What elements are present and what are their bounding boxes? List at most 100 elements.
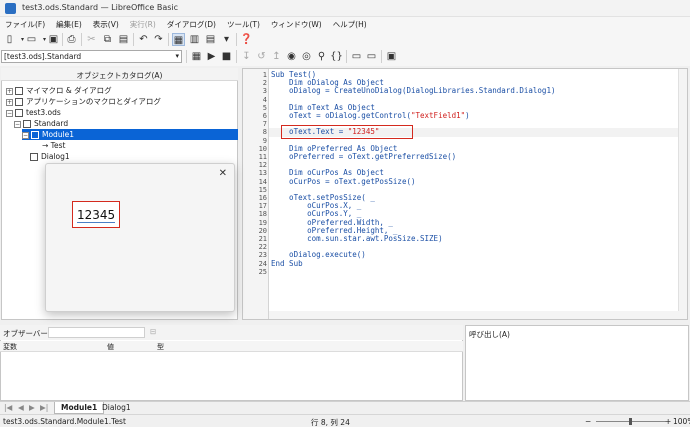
print-icon[interactable]: ⎙: [65, 33, 78, 46]
tab-nav-last-icon[interactable]: ▶|: [40, 403, 48, 412]
undo-icon[interactable]: ↶: [137, 33, 150, 46]
tab-nav-first-icon[interactable]: |◀: [4, 403, 12, 412]
zoom-in-icon[interactable]: +: [665, 417, 671, 426]
toolbar-separator: [81, 33, 82, 46]
highlight-box: [281, 125, 413, 139]
text-field[interactable]: 12345: [72, 201, 120, 228]
zoom-out-icon[interactable]: −: [585, 417, 591, 426]
line-number: 2: [262, 79, 267, 88]
watch-col-value[interactable]: 値: [107, 342, 114, 352]
calls-label: 呼び出し(A): [469, 330, 510, 339]
code-editor[interactable]: 1 2 3 4 5 6 7 8 9 10 11 12 13 14 15 16 17 18 19 20 21 22 23 24 2…: [242, 68, 688, 320]
title-bar: test3.ods.Standard — LibreOffice Basic: [0, 0, 690, 17]
line-number: 25: [258, 267, 267, 276]
tree-item-my-macros[interactable]: + マイマクロ & ダイアログ: [6, 85, 112, 96]
arrow-right-icon: →: [42, 141, 51, 150]
compile-icon[interactable]: ▦: [190, 50, 203, 63]
cut-icon[interactable]: ✂: [85, 33, 98, 46]
line-number: 15: [258, 185, 267, 194]
library-selector[interactable]: [test3.ods].Standard ▾: [1, 50, 182, 63]
redo-icon[interactable]: ↷: [152, 33, 165, 46]
new-document-icon[interactable]: ▯: [3, 33, 16, 46]
import-icon[interactable]: ▭: [350, 50, 363, 63]
line-number: 9: [262, 136, 267, 145]
line-number: 8: [262, 128, 267, 137]
toolbar-separator: [133, 33, 134, 46]
line-number: 12: [258, 161, 267, 170]
tree-item-module1[interactable]: − Module1: [22, 129, 238, 140]
line-number: 13: [258, 169, 267, 178]
remove-watch-icon[interactable]: ⊟: [150, 327, 156, 336]
runtime-dialog[interactable]: ✕ 12345: [45, 163, 235, 312]
tree-item-test[interactable]: → Test: [42, 140, 65, 151]
save-icon[interactable]: ▣: [47, 33, 60, 46]
paste-icon[interactable]: ▤: [117, 33, 130, 46]
horizontal-scrollbar[interactable]: [269, 311, 679, 319]
object-catalog-title: オブジェクトカタログ(A): [1, 68, 238, 81]
chevron-down-icon: ▾: [175, 52, 179, 60]
menu-run[interactable]: 実行(R): [125, 17, 162, 31]
code-line[interactable]: com.sun.star.awt.PosSize.SIZE): [271, 234, 442, 243]
menu-dialog[interactable]: ダイアログ(D): [162, 17, 222, 31]
code-line[interactable]: oText = oDialog.getControl("TextField1"): [271, 111, 470, 120]
line-number: 17: [258, 202, 267, 211]
menu-file[interactable]: ファイル(F): [0, 17, 51, 31]
step-over-icon[interactable]: ↺: [255, 50, 268, 63]
code-line[interactable]: oDialog = CreateUnoDialog(DialogLibrarie…: [271, 87, 555, 95]
close-icon[interactable]: ✕: [219, 168, 227, 179]
dialog-icon[interactable]: ▣: [385, 50, 398, 63]
vertical-scrollbar[interactable]: [678, 69, 687, 319]
step-out-icon[interactable]: ↥: [270, 50, 283, 63]
macro-toolbar: [test3.ods].Standard ▾ ▦ ▶ ■ ↧ ↺ ↥ ◉ ◎ ⚲…: [0, 48, 690, 66]
tab-nav-next-icon[interactable]: ▶: [29, 403, 35, 412]
copy-icon[interactable]: ⧉: [101, 33, 114, 46]
tree-item-dialog1[interactable]: Dialog1: [30, 151, 70, 162]
watch-input[interactable]: [48, 327, 145, 338]
object-catalog-icon[interactable]: ▦: [172, 33, 185, 46]
menu-window[interactable]: ウィンドウ(W): [266, 17, 328, 31]
menu-edit[interactable]: 編集(E): [51, 17, 88, 31]
find-icon[interactable]: ⚲: [315, 50, 328, 63]
toolbar: ▯ ▾ ▭ ▾ ▣ ⎙ ✂ ⧉ ▤ ↶ ↷ ▦ ▥ ▤ ▾ ❓: [0, 31, 690, 48]
code-line[interactable]: oCurPos = oText.getPosSize(): [271, 177, 415, 186]
export-icon[interactable]: ▭: [365, 50, 378, 63]
run-icon[interactable]: ▶: [205, 50, 218, 63]
stack-window-icon[interactable]: ▤: [204, 33, 217, 46]
tree-item-test3[interactable]: − test3.ods: [6, 107, 61, 118]
menu-tools[interactable]: ツール(T): [222, 17, 266, 31]
toolbar-separator: [236, 33, 237, 46]
watch-icon[interactable]: ◎: [300, 50, 313, 63]
code-line[interactable]: oPreferred = oText.getPreferredSize(): [271, 152, 456, 161]
libreoffice-basic-icon: [5, 3, 16, 14]
toolbar-separator: [62, 33, 63, 46]
menu-bar: ファイル(F) 編集(E) 表示(V) 実行(R) ダイアログ(D) ツール(T) ウィンド…: [0, 17, 690, 31]
code-line[interactable]: End Sub: [271, 259, 303, 268]
line-number: 21: [258, 235, 267, 243]
stop-icon[interactable]: ■: [220, 50, 233, 63]
tree-item-app-macros[interactable]: + アプリケーションのマクロとダイアログ: [6, 96, 161, 107]
help-icon[interactable]: ❓: [240, 33, 253, 46]
open-folder-icon[interactable]: ▭: [25, 33, 38, 46]
zoom-slider-handle[interactable]: [629, 418, 632, 425]
toolbar-more-icon[interactable]: ▾: [220, 33, 233, 46]
zoom-level: 100%: [673, 417, 690, 426]
breakpoint-icon[interactable]: ◉: [285, 50, 298, 63]
tree-item-standard[interactable]: − Standard: [14, 118, 68, 129]
tab-dialog1[interactable]: Dialog1: [96, 402, 137, 414]
line-number: 22: [258, 243, 267, 252]
step-into-icon[interactable]: ↧: [240, 50, 253, 63]
library-selector-value: [test3.ods].Standard: [4, 52, 82, 61]
menu-help[interactable]: ヘルプ(H): [328, 17, 373, 31]
line-number: 24: [258, 259, 267, 268]
line-number: 6: [262, 112, 267, 120]
watch-col-type[interactable]: 型: [157, 342, 164, 352]
line-number: 20: [258, 226, 267, 235]
watch-columns: 変数 値 型: [0, 341, 463, 352]
tab-nav-prev-icon[interactable]: ◀: [18, 403, 24, 412]
menu-view[interactable]: 表示(V): [88, 17, 125, 31]
calls-panel: 呼び出し(A): [465, 325, 689, 401]
line-number: 4: [262, 95, 267, 104]
watch-col-variable[interactable]: 変数: [3, 342, 17, 352]
watch-window-icon[interactable]: ▥: [188, 33, 201, 46]
brackets-icon[interactable]: {}: [330, 50, 343, 63]
